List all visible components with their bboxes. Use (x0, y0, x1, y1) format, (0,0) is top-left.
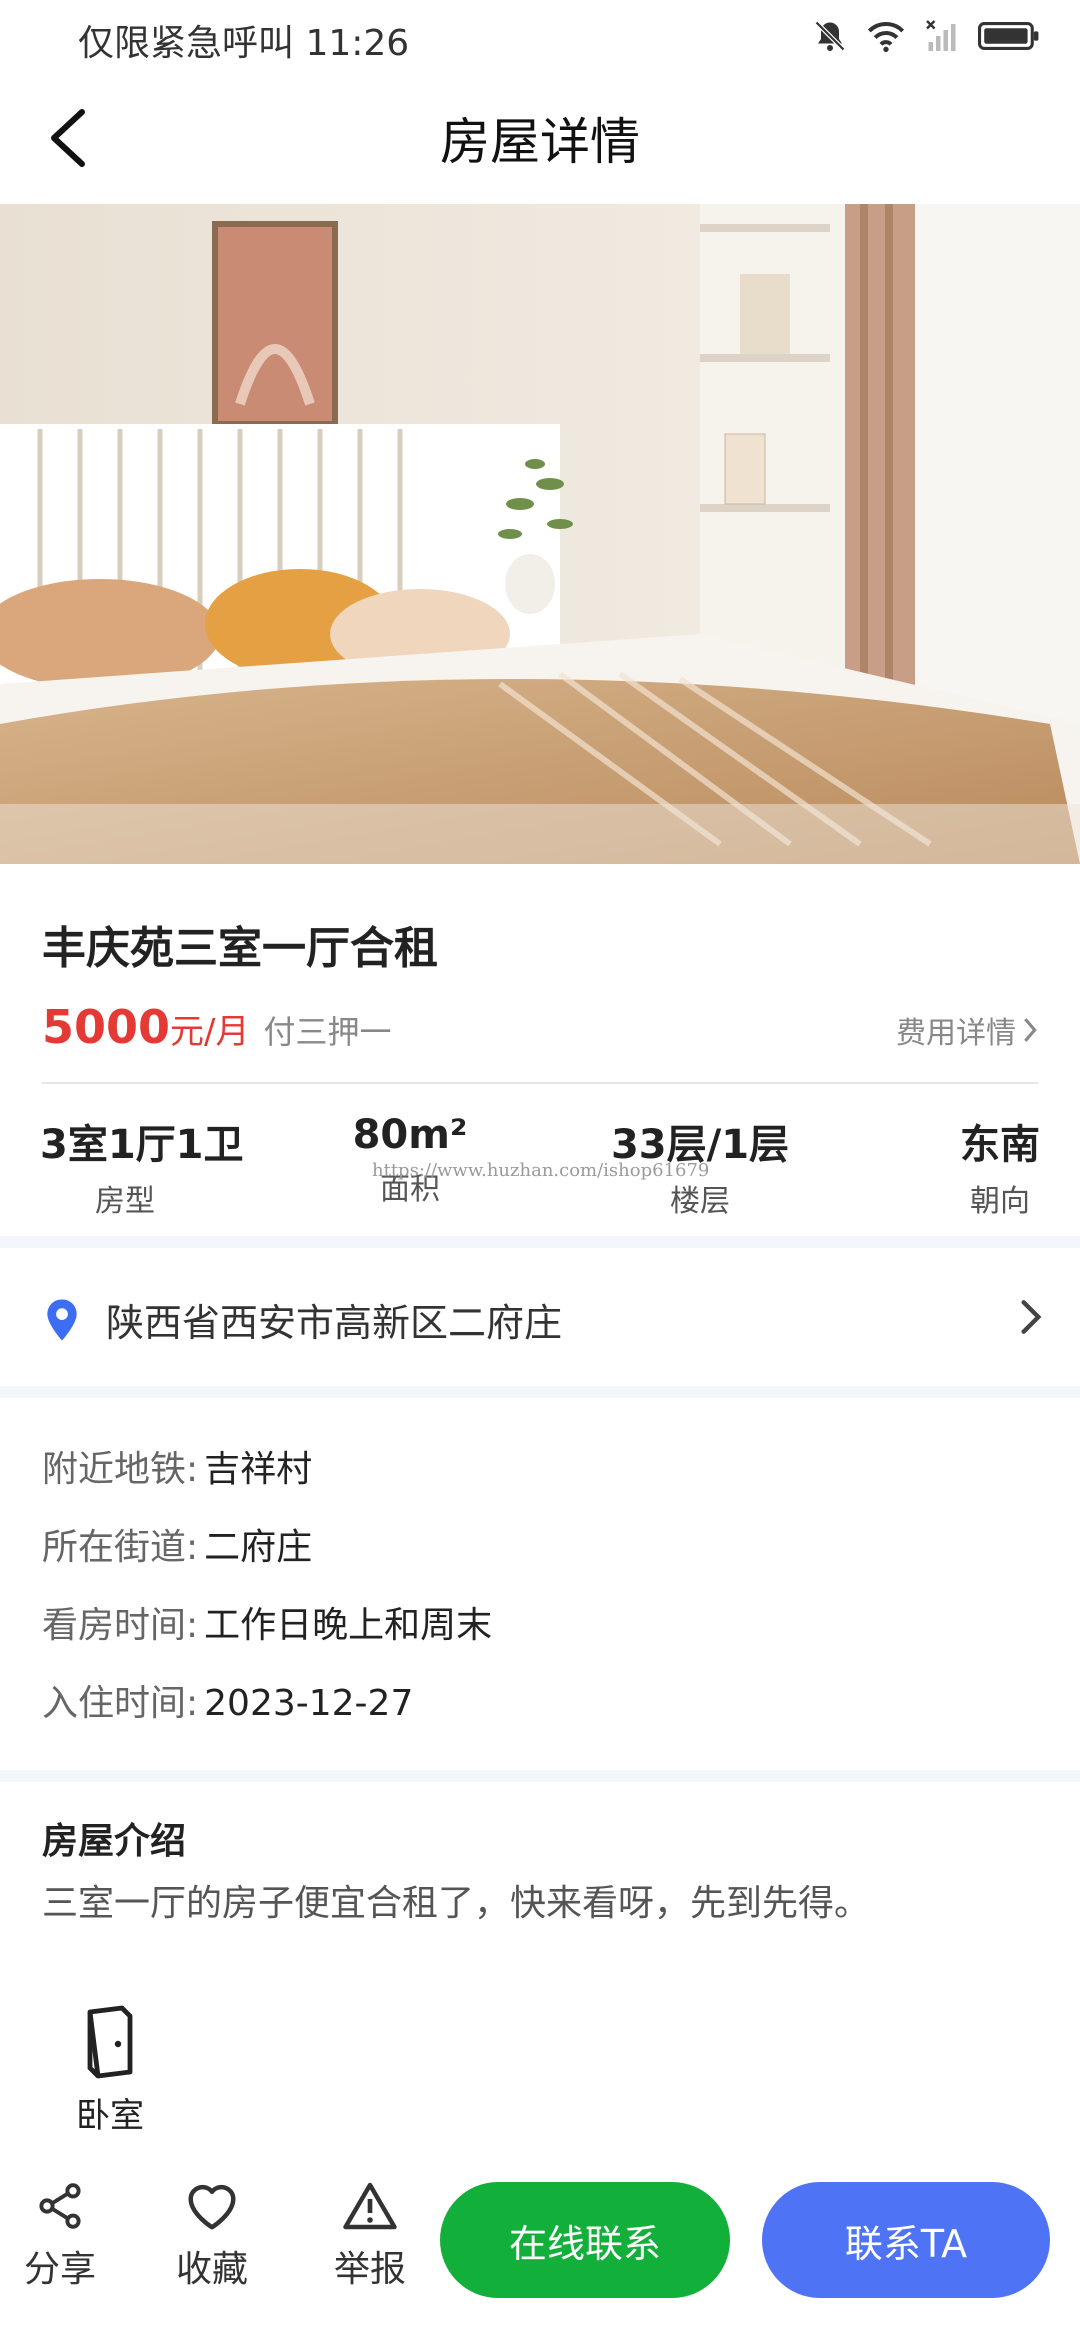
pay-type: 付三押一 (263, 1013, 392, 1051)
spec-layout: 3室1厅1卫 房型 (40, 1112, 244, 1220)
price: 5000 (42, 1000, 171, 1054)
detail-row: 所在街道: 二府庄 (42, 1518, 312, 1570)
spec-value: 80m² (352, 1112, 468, 1158)
share-button[interactable]: 分享 (0, 2180, 120, 2292)
detail-key: 看房时间: (42, 1605, 199, 1646)
facility-bedroom[interactable]: 卧室 (50, 2004, 170, 2137)
price-row: 5000元/月 付三押一 费用详情 (42, 1000, 1038, 1060)
price-unit: 元/月 (170, 1012, 250, 1052)
status-bar: 仅限紧急呼叫 11:26 (0, 0, 1080, 72)
detail-row: 入住时间: 2023-12-27 (42, 1674, 413, 1726)
house-intro: 房屋介绍 三室一厅的房子便宜合租了，快来看呀，先到先得。 卧室 (0, 1782, 1080, 2152)
spec-value: 东南 (960, 1122, 1040, 1168)
detail-row: 附近地铁: 吉祥村 (42, 1440, 312, 1492)
status-text: 仅限紧急呼叫 11:26 (78, 23, 410, 64)
spec-value: 3室1厅1卫 (40, 1122, 244, 1168)
online-contact-button[interactable]: 在线联系 (440, 2182, 730, 2298)
door-icon (87, 2005, 133, 2079)
battery-icon (978, 22, 1039, 50)
share-label: 分享 (23, 2249, 96, 2290)
location-row[interactable]: 陕西省西安市高新区二府庄 (0, 1248, 1080, 1386)
watermark-text: https://www.huzhan.com/ishop61679 (372, 1160, 710, 1181)
detail-row: 看房时间: 工作日晚上和周末 (42, 1596, 492, 1648)
detail-value: 二府庄 (204, 1527, 313, 1568)
detail-key: 所在街道: (42, 1527, 199, 1568)
page-title: 房屋详情 (440, 113, 640, 171)
heart-icon (188, 2184, 236, 2230)
wifi-icon (867, 22, 905, 52)
section-separator (0, 1770, 1080, 1782)
chevron-right-icon (1024, 1018, 1037, 1042)
house-details: 附近地铁: 吉祥村 所在街道: 二府庄 看房时间: 工作日晚上和周末 入住时间: 202… (0, 1398, 1080, 1770)
house-title: 丰庆苑三室一厅合租 (42, 923, 438, 974)
detail-key: 附近地铁: (42, 1449, 199, 1490)
report-label: 举报 (333, 2249, 406, 2290)
section-separator (0, 1386, 1080, 1398)
warning-icon (343, 2182, 397, 2230)
signal-icon (926, 20, 956, 51)
spec-orientation: 东南 朝向 (950, 1112, 1050, 1220)
nav-bar: 房屋详情 (0, 72, 1080, 204)
bell-muted-icon (814, 20, 846, 52)
detail-value: 吉祥村 (204, 1449, 313, 1490)
facility-label: 卧室 (76, 2096, 144, 2136)
detail-value: 2023-12-27 (204, 1683, 414, 1724)
fee-details-label: 费用详情 (896, 1016, 1016, 1051)
detail-value: 工作日晚上和周末 (204, 1605, 493, 1646)
fee-details-link[interactable]: 费用详情 (896, 1008, 1038, 1052)
address-text: 陕西省西安市高新区二府庄 (106, 1301, 563, 1345)
bottom-action-bar: 分享 收藏 举报 在线联系 联系TA (0, 2152, 1080, 2340)
favorite-label: 收藏 (175, 2249, 248, 2290)
detail-key: 入住时间: (42, 1683, 199, 1724)
share-icon (39, 2183, 81, 2229)
spec-label: 楼层 (670, 1184, 730, 1219)
divider (42, 1082, 1038, 1084)
house-photo[interactable] (0, 204, 1080, 864)
bedroom-photo-illustration (0, 204, 1080, 864)
favorite-button[interactable]: 收藏 (152, 2180, 272, 2292)
status-icons (812, 18, 1040, 54)
spec-label: 房型 (95, 1184, 155, 1219)
section-separator (0, 1236, 1080, 1248)
spec-label: 朝向 (970, 1184, 1030, 1219)
location-pin-icon (47, 1299, 77, 1341)
intro-title: 房屋介绍 (42, 1821, 187, 1862)
report-button[interactable]: 举报 (310, 2180, 430, 2292)
chevron-right-icon (1021, 1300, 1042, 1334)
contact-button[interactable]: 联系TA (762, 2182, 1050, 2298)
intro-text: 三室一厅的房子便宜合租了，快来看呀，先到先得。 (42, 1883, 871, 1924)
